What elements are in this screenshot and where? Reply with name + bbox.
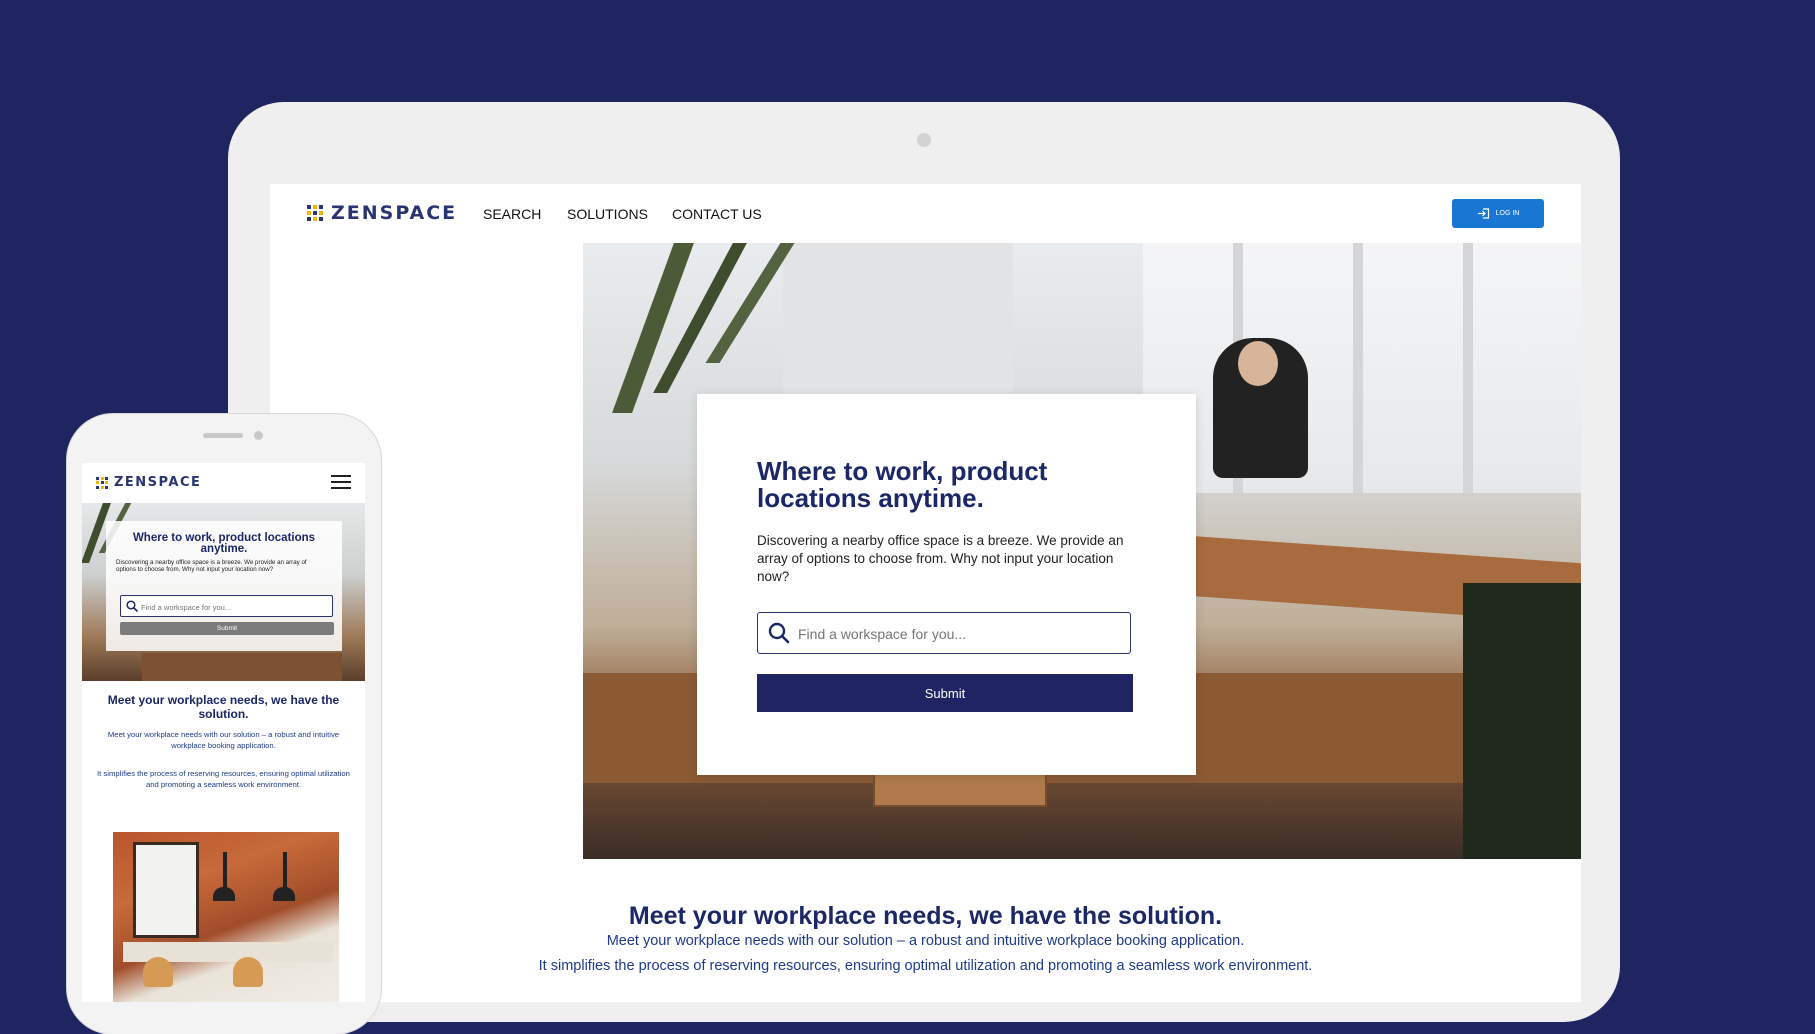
device-camera <box>917 133 931 147</box>
section-paragraph-1: Meet your workplace needs with our solut… <box>606 933 1245 949</box>
brand-name: ZENSPACE <box>331 202 458 224</box>
section-title: Meet your workplace needs, we have the s… <box>628 902 1223 930</box>
mobile-brand-logo[interactable]: ZENSPACE <box>96 475 201 490</box>
mobile-hero-photo: Where to work, product locations anytime… <box>82 503 365 681</box>
mobile-section-title: Meet your workplace needs, we have the s… <box>107 693 340 721</box>
hero-card: Where to work, product locations anytime… <box>697 394 1196 775</box>
nav-item-search[interactable]: SEARCH <box>483 206 541 222</box>
search-box[interactable] <box>757 612 1131 655</box>
mobile-office-photo <box>113 832 339 1002</box>
mobile-hero-description: Discovering a nearby office space is a b… <box>116 559 307 573</box>
navbar: ZENSPACE SEARCH SOLUTIONS CONTACT US LOG… <box>270 184 1581 243</box>
hero-description: Discovering a nearby office space is a b… <box>757 533 1124 584</box>
nav-item-solutions[interactable]: SOLUTIONS <box>567 206 648 222</box>
login-label: LOG IN <box>1495 210 1520 217</box>
section-paragraph-2: It simplifies the process of reserving r… <box>538 958 1313 974</box>
mobile-brand-name: ZENSPACE <box>114 475 202 490</box>
mobile-search-box[interactable] <box>120 595 333 618</box>
search-input[interactable] <box>796 613 1120 655</box>
mobile-section-paragraph-2: It simplifies the process of reserving r… <box>97 769 350 789</box>
logo-mark-icon <box>96 476 108 489</box>
nav-item-contact-us[interactable]: CONTACT US <box>672 206 762 222</box>
search-icon <box>768 622 790 644</box>
mobile-hero-title: Where to work, product locations anytime… <box>132 532 316 555</box>
brand-logo[interactable]: ZENSPACE <box>307 202 457 224</box>
submit-button[interactable]: Submit <box>757 674 1133 712</box>
hero-photo: Where to work, product locations anytime… <box>583 243 1581 859</box>
mobile-hero-card: Where to work, product locations anytime… <box>106 521 342 651</box>
mobile-screen: ZENSPACE Where to work, product location… <box>82 463 365 1002</box>
desktop-screen: ZENSPACE SEARCH SOLUTIONS CONTACT US LOG… <box>270 184 1581 1002</box>
mobile-submit-button[interactable]: Submit <box>120 622 334 635</box>
mobile-search-input[interactable] <box>139 596 329 618</box>
search-icon <box>126 600 138 612</box>
mobile-section-paragraph-1: Meet your workplace needs with our solut… <box>107 730 340 750</box>
hamburger-icon[interactable] <box>331 475 351 489</box>
login-icon <box>1477 208 1489 219</box>
phone-camera <box>254 431 263 440</box>
hero-title: Where to work, product locations anytime… <box>757 456 1048 513</box>
logo-mark-icon <box>307 205 323 221</box>
phone-speaker <box>203 433 243 438</box>
login-button[interactable]: LOG IN <box>1452 199 1544 228</box>
